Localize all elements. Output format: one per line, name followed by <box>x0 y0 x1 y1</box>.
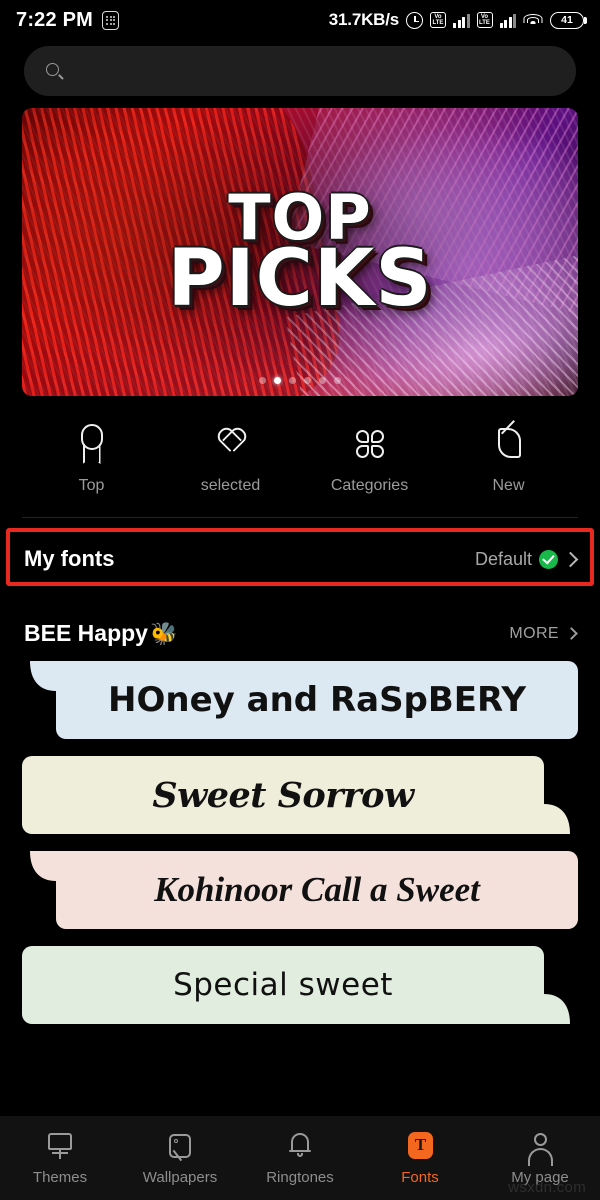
banner-title-line2: PICKS <box>167 233 433 324</box>
chevron-right-icon <box>562 551 579 567</box>
quick-nav-label: selected <box>200 477 261 494</box>
my-fonts-row[interactable]: My fonts Default <box>24 530 579 588</box>
card-tail <box>30 851 56 881</box>
pager-dot-active[interactable] <box>274 377 281 384</box>
tab-my-page[interactable]: My page <box>480 1131 600 1186</box>
search-section <box>0 40 600 96</box>
volte-icon-2: Vo LTE <box>476 12 493 28</box>
tab-label: Fonts <box>401 1168 439 1186</box>
quick-nav-label: New <box>492 477 525 494</box>
search-input[interactable] <box>75 62 554 80</box>
card-tail <box>30 661 56 691</box>
watermark: wsxdn.com <box>508 1179 586 1196</box>
tab-label: Wallpapers <box>142 1168 218 1186</box>
tab-label: Ringtones <box>266 1168 334 1186</box>
card-tail <box>544 994 570 1024</box>
signal-bars-icon-2 <box>499 13 516 28</box>
dots-grid-icon <box>102 10 119 30</box>
medal-icon <box>72 424 112 466</box>
pager-dot[interactable] <box>289 377 296 384</box>
quick-nav-item-new[interactable]: New <box>439 420 578 495</box>
wifi-icon <box>523 13 543 28</box>
letter-t-icon: T <box>405 1131 435 1161</box>
image-icon <box>165 1131 195 1161</box>
search-icon <box>46 62 64 80</box>
tab-ringtones[interactable]: Ringtones <box>240 1131 360 1186</box>
font-card[interactable]: Sweet Sorrow <box>22 756 544 834</box>
font-card-list: HOney and RaSpBERY Sweet Sorrow Kohinoor… <box>0 655 600 1024</box>
quick-nav-label: Top <box>78 477 105 494</box>
status-clock: 7:22 PM <box>16 8 93 31</box>
app-screen: 7:22 PM 31.7KB/s Vo LTE Vo LTE 41 TOP PI… <box>0 0 600 1200</box>
section-header: BEE Happy 🐝 MORE <box>0 598 600 655</box>
my-fonts-label: My fonts <box>24 546 115 571</box>
leaf-icon <box>489 420 529 466</box>
font-card[interactable]: Kohinoor Call a Sweet <box>56 851 578 929</box>
bell-icon <box>285 1131 315 1161</box>
quick-nav-label: Categories <box>330 477 409 494</box>
font-card-text: Kohinoor Call a Sweet <box>154 870 480 909</box>
pager-dot[interactable] <box>259 377 266 384</box>
grid-flower-icon <box>350 424 390 466</box>
paint-roller-icon <box>45 1131 75 1161</box>
person-icon <box>525 1131 555 1166</box>
font-card-text: HOney and RaSpBERY <box>108 680 526 720</box>
banner-title: TOP PICKS <box>22 108 578 396</box>
tab-fonts[interactable]: T Fonts <box>360 1131 480 1186</box>
section-title-text: BEE Happy <box>24 620 148 646</box>
pager-dot[interactable] <box>334 377 341 384</box>
network-speed-label: 31.7KB/s <box>328 10 399 29</box>
check-circle-icon <box>539 549 558 569</box>
signal-bars-icon-1 <box>453 13 470 28</box>
font-card-text: Special sweet <box>173 967 393 1003</box>
promo-banner[interactable]: TOP PICKS <box>22 108 578 396</box>
pager-dot[interactable] <box>319 377 326 384</box>
tab-label: Themes <box>32 1168 88 1186</box>
section-more-label: MORE <box>509 624 559 642</box>
quick-nav-item-top[interactable]: Top <box>22 424 161 495</box>
my-fonts-section: My fonts Default <box>0 518 600 598</box>
quick-nav-item-selected[interactable]: selected <box>161 424 300 495</box>
my-fonts-value-group: Default <box>474 548 579 570</box>
status-bar-right: 31.7KB/s Vo LTE Vo LTE 41 <box>328 10 587 30</box>
status-bar-left: 7:22 PM <box>16 9 119 32</box>
quick-nav-item-categories[interactable]: Categories <box>300 424 439 495</box>
volte-icon-1: Vo LTE <box>430 12 446 28</box>
tab-wallpapers[interactable]: Wallpapers <box>120 1131 240 1186</box>
tab-themes[interactable]: Themes <box>0 1131 120 1186</box>
quick-nav-row: Top selected Categories New <box>0 396 600 513</box>
heart-icon <box>211 424 251 466</box>
bee-emoji-icon: 🐝 <box>149 620 178 646</box>
banner-section: TOP PICKS <box>0 96 600 396</box>
section-title: BEE Happy 🐝 <box>24 620 177 647</box>
my-fonts-value: Default <box>474 548 532 569</box>
card-tail <box>544 804 570 834</box>
font-card[interactable]: Special sweet <box>22 946 544 1024</box>
status-bar: 7:22 PM 31.7KB/s Vo LTE Vo LTE 41 <box>0 0 600 40</box>
battery-indicator: 41 <box>550 11 587 29</box>
search-bar[interactable] <box>24 46 576 96</box>
font-card-text: Sweet Sorrow <box>152 774 414 816</box>
chevron-right-icon <box>565 627 578 640</box>
alarm-icon <box>406 11 423 29</box>
pager-dot[interactable] <box>304 377 311 384</box>
font-card[interactable]: HOney and RaSpBERY <box>56 661 578 739</box>
banner-pager-dots[interactable] <box>22 377 578 384</box>
section-more-button[interactable]: MORE <box>509 624 578 643</box>
